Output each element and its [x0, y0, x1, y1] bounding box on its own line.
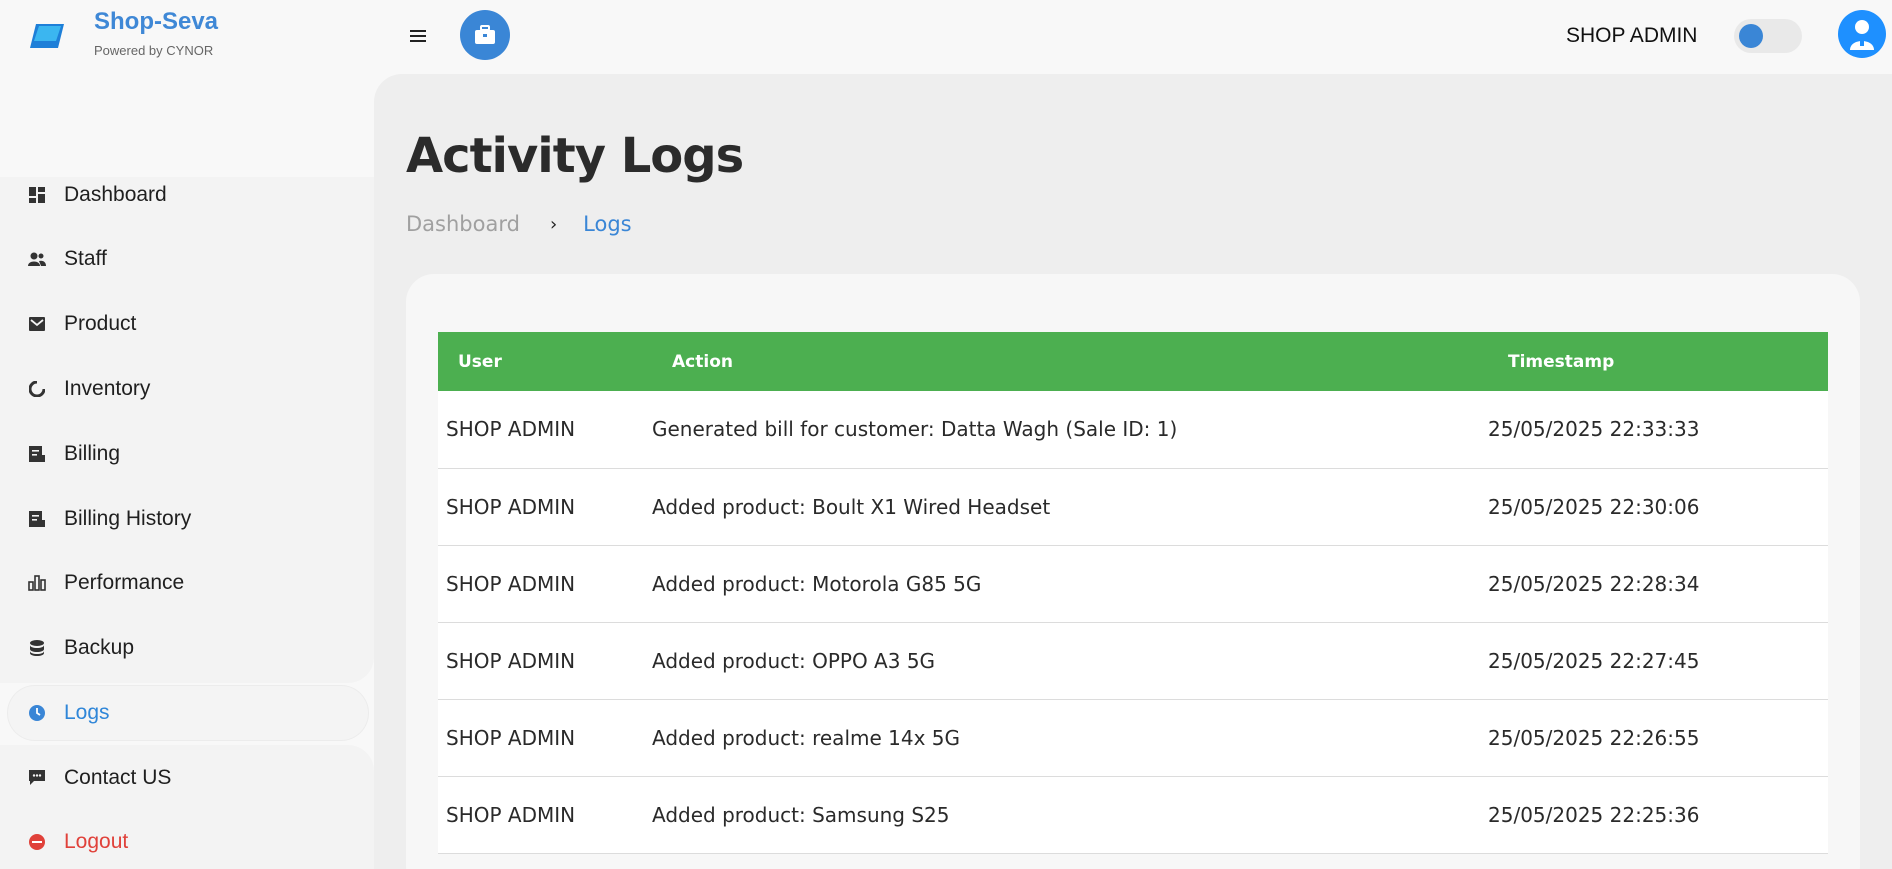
column-header-action[interactable]: Action: [644, 332, 1488, 391]
sidebar-item-label: Product: [64, 312, 137, 335]
cell-action: Generated bill for customer: Datta Wagh …: [644, 391, 1488, 469]
dashboard-icon: [28, 186, 46, 204]
brand: Shop-Seva Powered by CYNOR: [94, 8, 218, 58]
billing-history-icon: [28, 510, 46, 528]
sidebar-item-product[interactable]: Product: [0, 297, 374, 351]
breadcrumb-current: Logs: [583, 212, 632, 236]
toggle-knob: [1739, 24, 1763, 48]
logout-icon: [28, 833, 46, 851]
sidebar-item-label: Logs: [64, 701, 110, 724]
avatar[interactable]: [1838, 10, 1886, 58]
backup-icon: [28, 639, 46, 657]
sidebar-item-inventory[interactable]: Inventory: [0, 362, 374, 416]
sidebar: Dashboard Staff Product Inventory Billin…: [0, 72, 374, 869]
performance-icon: [28, 574, 46, 592]
cell-action: Added product: realme 14x 5G: [644, 699, 1488, 777]
sidebar-item-label: Backup: [64, 636, 135, 659]
theme-toggle[interactable]: [1734, 19, 1802, 53]
user-avatar-icon: [1850, 20, 1874, 50]
cell-user: SHOP ADMIN: [438, 468, 644, 546]
inventory-icon: [28, 380, 46, 398]
sidebar-item-staff[interactable]: Staff: [0, 232, 374, 286]
brand-subtitle: Powered by CYNOR: [94, 43, 214, 58]
sidebar-item-billing-history[interactable]: Billing History: [0, 492, 374, 546]
table-row: SHOP ADMIN Generated bill for customer: …: [438, 391, 1828, 469]
table-row: SHOP ADMIN Added product: Motorola G85 5…: [438, 545, 1828, 623]
sidebar-item-logout[interactable]: Logout: [0, 815, 374, 869]
sidebar-item-backup[interactable]: Backup: [0, 621, 374, 675]
brand-name[interactable]: Shop-Seva: [94, 8, 218, 36]
cell-action: Added product: Boult X1 Wired Headset: [644, 468, 1488, 546]
sidebar-item-performance[interactable]: Performance: [0, 556, 374, 610]
menu-toggle-button[interactable]: [404, 22, 432, 50]
main-content: Activity Logs Dashboard › Logs User Acti…: [374, 74, 1892, 869]
page-title: Activity Logs: [406, 128, 744, 184]
cell-action: Added product: OPPO A3 5G: [644, 622, 1488, 700]
sidebar-item-label: Inventory: [64, 377, 151, 400]
cell-action: Added product: Motorola G85 5G: [644, 545, 1488, 623]
cell-timestamp: 25/05/2025 22:30:06: [1488, 468, 1828, 546]
sidebar-item-logs[interactable]: Logs: [8, 686, 368, 740]
shop-logo-icon: [30, 24, 64, 48]
sidebar-item-billing[interactable]: Billing: [0, 427, 374, 481]
product-icon: [28, 315, 46, 333]
column-header-timestamp[interactable]: Timestamp: [1488, 332, 1828, 391]
logs-card: User Action Timestamp SHOP ADMIN Generat…: [406, 274, 1860, 869]
clock-icon: [28, 704, 46, 722]
cell-user: SHOP ADMIN: [438, 391, 644, 469]
billing-icon: [28, 445, 46, 463]
breadcrumb: Dashboard › Logs: [406, 212, 632, 236]
chat-icon: [28, 769, 46, 787]
cell-user: SHOP ADMIN: [438, 776, 644, 854]
hamburger-icon: [410, 30, 426, 42]
cell-user: SHOP ADMIN: [438, 699, 644, 777]
cell-timestamp: 25/05/2025 22:33:33: [1488, 391, 1828, 469]
top-bar: Shop-Seva Powered by CYNOR SHOP ADMIN: [0, 0, 1892, 72]
table-header-row: User Action Timestamp: [438, 332, 1828, 391]
sidebar-item-label: Billing: [64, 442, 121, 465]
cell-timestamp: 25/05/2025 22:28:34: [1488, 545, 1828, 623]
sidebar-item-dashboard[interactable]: Dashboard: [0, 168, 374, 222]
cell-user: SHOP ADMIN: [438, 622, 644, 700]
activity-logs-table: User Action Timestamp SHOP ADMIN Generat…: [438, 332, 1828, 854]
cell-timestamp: 25/05/2025 22:27:45: [1488, 622, 1828, 700]
cell-action: Added product: Samsung S25: [644, 776, 1488, 854]
table-row: SHOP ADMIN Added product: OPPO A3 5G 25/…: [438, 622, 1828, 700]
sidebar-item-label: Billing History: [64, 507, 192, 530]
sidebar-item-label: Contact US: [64, 766, 172, 789]
sidebar-item-label: Dashboard: [64, 183, 167, 206]
cell-user: SHOP ADMIN: [438, 545, 644, 623]
cell-timestamp: 25/05/2025 22:25:36: [1488, 776, 1828, 854]
breadcrumb-dashboard-link[interactable]: Dashboard: [406, 212, 520, 236]
sidebar-item-label: Performance: [64, 571, 185, 594]
column-header-user[interactable]: User: [438, 332, 644, 391]
chevron-right-icon: ›: [549, 213, 558, 235]
sidebar-item-label: Staff: [64, 247, 107, 270]
table-row: SHOP ADMIN Added product: Samsung S25 25…: [438, 776, 1828, 854]
briefcase-icon: [475, 25, 495, 44]
current-user-label: SHOP ADMIN: [1566, 24, 1698, 47]
sidebar-item-contact-us[interactable]: Contact US: [0, 751, 374, 805]
sidebar-item-label: Logout: [64, 830, 129, 853]
table-row: SHOP ADMIN Added product: realme 14x 5G …: [438, 699, 1828, 777]
staff-icon: [28, 250, 46, 268]
table-row: SHOP ADMIN Added product: Boult X1 Wired…: [438, 468, 1828, 546]
cell-timestamp: 25/05/2025 22:26:55: [1488, 699, 1828, 777]
briefcase-button[interactable]: [460, 10, 510, 60]
